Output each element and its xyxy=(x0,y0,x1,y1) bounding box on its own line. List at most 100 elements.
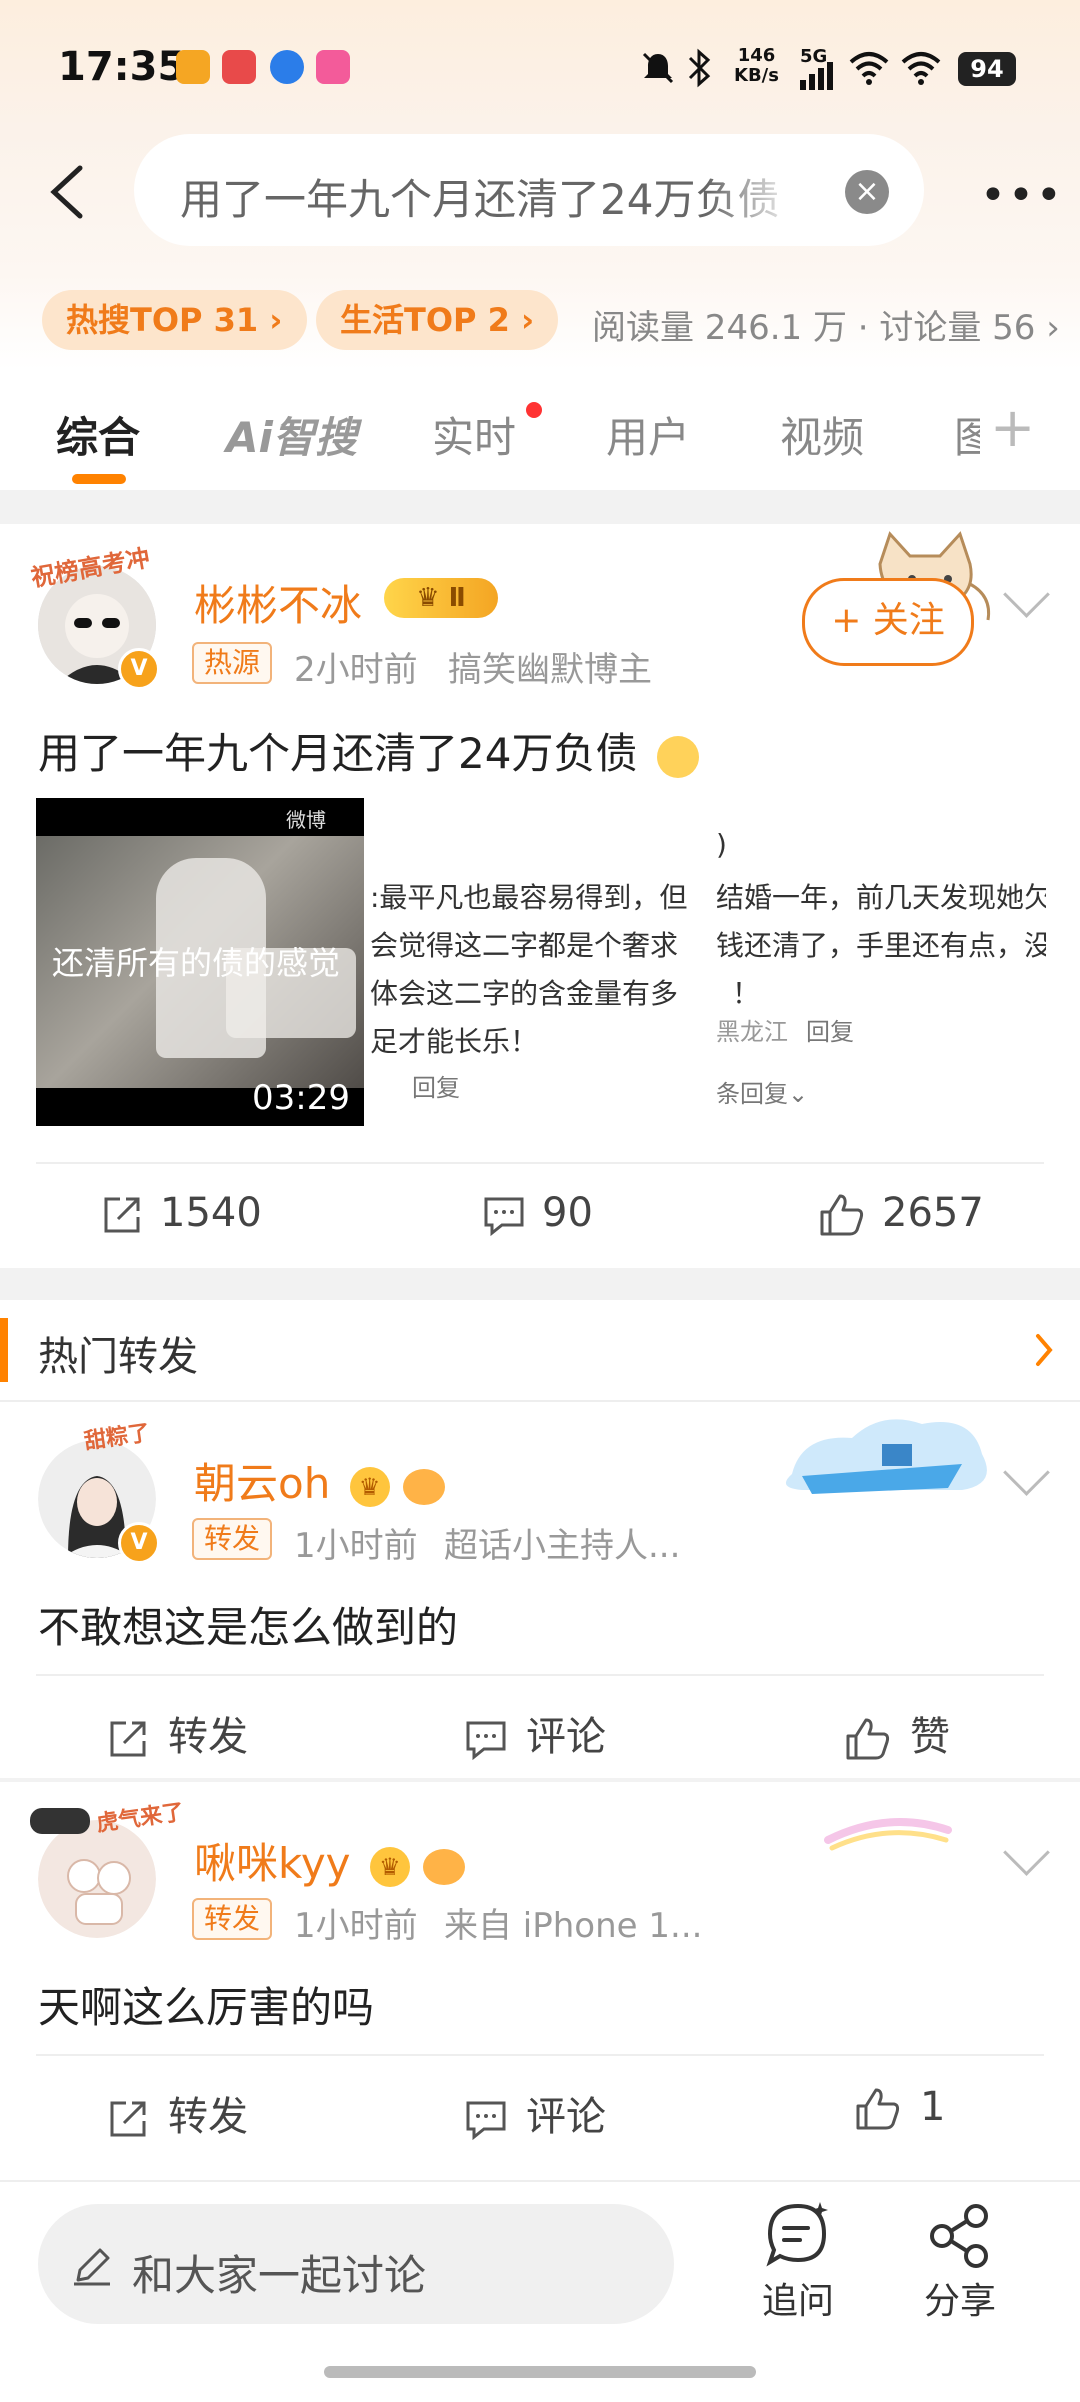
share-icon xyxy=(930,2204,988,2268)
net-speed: 146 KB/s xyxy=(734,45,779,86)
comment-button[interactable]: 90 xyxy=(482,1190,593,1237)
ship-decoration-icon xyxy=(785,1419,987,1494)
new-content-dot xyxy=(526,402,542,418)
clear-search-button[interactable]: × xyxy=(845,170,889,214)
comment-button[interactable]: 评论 xyxy=(464,1704,606,1762)
snippet-line: 结婚一年，前几天发现她欠了 xyxy=(716,881,1046,914)
ask-label: 追问 xyxy=(761,2281,834,2322)
tab-comprehensive[interactable]: 综合 xyxy=(56,404,140,465)
video-thumbnail[interactable]: 微博 还清所有的债的感觉 03:29 xyxy=(36,798,364,1126)
repost-time: 1小时前 xyxy=(294,1526,418,1566)
post-username[interactable]: 彬彬不冰 xyxy=(194,572,362,633)
repost-icon xyxy=(110,2101,146,2137)
follow-button[interactable]: + 关注 xyxy=(802,578,974,666)
snippet-line: :最平凡也最容易得到，但 xyxy=(370,881,688,914)
like-button[interactable]: 1 xyxy=(854,2084,945,2132)
post-author-role: 搞笑幽默博主 xyxy=(448,650,652,690)
share-label: 分享 xyxy=(923,2281,996,2322)
comment-icon xyxy=(466,2101,506,2141)
discussion-placeholder: 和大家一起讨论 xyxy=(132,2251,427,2300)
repost-source: 超话小主持人... xyxy=(444,1526,681,1566)
section-title: 热门转发 xyxy=(38,1334,198,1380)
image-comment-snippet[interactable]: :最平凡也最容易得到，但 会觉得这二字都是个奢求 体会这二字的含金量有多 足才能… xyxy=(364,798,714,1126)
snippet-more-replies: 条回复⌄ xyxy=(716,1080,809,1108)
like-button[interactable]: 2657 xyxy=(818,1190,984,1238)
snippet-line: ！ xyxy=(732,977,761,1010)
wifi-icon xyxy=(849,52,889,85)
life-rank-chip[interactable]: 生活TOP 2 › xyxy=(316,290,559,350)
search-query: 用了一年九个月还清了24万负债 xyxy=(180,175,780,224)
home-indicator[interactable] xyxy=(324,2366,756,2378)
image-comment-snippet[interactable]: ) 结婚一年，前几天发现她欠了 钱还清了，手里还有点，没 ！ 黑龙江 回复 条回… xyxy=(714,798,1046,1126)
thumbs-up-icon xyxy=(846,1718,890,1760)
thumbs-up-icon xyxy=(856,2088,900,2130)
thumbs-up-icon xyxy=(820,1194,864,1236)
snippet-reply: 回复 xyxy=(412,1074,460,1102)
repost-tag: 转发 xyxy=(192,1898,273,1940)
video-caption: 还清所有的债的感觉 xyxy=(52,944,341,982)
bluetooth-icon xyxy=(688,48,711,88)
repost-source: 来自 iPhone 1... xyxy=(444,1906,703,1946)
battery-indicator: 94 xyxy=(958,52,1016,86)
comment-icon xyxy=(466,1721,506,1761)
repost-button[interactable]: 1540 xyxy=(100,1190,262,1237)
weibo-app-icon xyxy=(176,50,210,84)
comment-icon xyxy=(484,1197,524,1237)
more-options-button[interactable]: ••• xyxy=(980,170,1064,221)
divider xyxy=(36,1674,1044,1676)
repost-icon xyxy=(110,1721,146,1757)
ask-icon xyxy=(766,2202,828,2267)
sparkle-decoration-icon xyxy=(824,1818,952,1851)
post-text: 用了一年九个月还清了24万负债 xyxy=(38,720,699,781)
crown-icon: ♛ xyxy=(416,583,440,613)
tab-images[interactable]: 图 xyxy=(954,404,980,465)
tab-users[interactable]: 用户 xyxy=(606,404,690,465)
snippet-reply: 回复 xyxy=(806,1018,854,1046)
signal-icon xyxy=(800,62,833,90)
source-tag: 热源 xyxy=(192,642,273,684)
divider xyxy=(36,1162,1044,1164)
app-notification-icon xyxy=(222,50,256,84)
topic-stats[interactable]: 阅读量 246.1 万 · 讨论量 56 › xyxy=(592,300,1060,349)
chevron-right-icon[interactable] xyxy=(1034,1332,1054,1368)
post-time: 2小时前 xyxy=(294,650,418,690)
repost-text: 天啊这么厉害的吗 xyxy=(38,1983,375,2032)
comment-button[interactable]: 评论 xyxy=(464,2084,606,2142)
repost-button[interactable]: 转发 xyxy=(106,1704,248,1762)
mute-icon xyxy=(642,52,674,84)
add-tab-icon[interactable]: + xyxy=(990,396,1035,459)
crown-badge-icon: ♛ xyxy=(369,1846,410,1887)
like-button[interactable]: 赞 xyxy=(844,1704,950,1762)
share-button[interactable]: 分享 xyxy=(914,2200,1006,2324)
tab-realtime[interactable]: 实时 xyxy=(432,404,516,465)
snippet-line: 会觉得这二字都是个奢求 xyxy=(370,929,679,962)
video-duration: 03:29 xyxy=(252,1078,350,1118)
tab-videos[interactable]: 视频 xyxy=(780,404,864,465)
verified-badge-icon: V xyxy=(118,648,160,690)
hot-search-rank-chip[interactable]: 热搜TOP 31 › xyxy=(42,290,307,350)
app-notification-icon xyxy=(270,50,304,84)
snippet-location: 黑龙江 xyxy=(716,1018,788,1046)
tab-ai-search[interactable]: Ai智搜 xyxy=(226,404,357,465)
snippet-line: 钱还清了，手里还有点，没 xyxy=(716,929,1046,962)
sunglasses-decoration-icon xyxy=(30,1808,90,1834)
repost-username[interactable]: 啾咪kyy ♛ xyxy=(194,1830,466,1891)
snippet-line: 体会这二字的含金量有多 xyxy=(370,977,679,1010)
back-icon[interactable] xyxy=(44,162,88,222)
divider xyxy=(36,2054,1044,2056)
avatar[interactable] xyxy=(38,1820,156,1938)
emoji-icon xyxy=(656,735,699,778)
member-level-badge: ♛ Ⅱ xyxy=(384,578,498,618)
repost-text: 不敢想这是怎么做到的 xyxy=(38,1603,459,1652)
ask-button[interactable]: 追问 xyxy=(752,2200,844,2324)
repost-tag: 转发 xyxy=(192,1518,273,1560)
section-accent-bar xyxy=(0,1318,8,1382)
repost-button[interactable]: 转发 xyxy=(106,2084,248,2142)
bilibili-app-icon xyxy=(316,50,350,84)
repost-username[interactable]: 朝云oh ♛ xyxy=(194,1450,446,1511)
fish-badge-icon xyxy=(423,1848,466,1885)
video-watermark: 微博 xyxy=(286,808,326,832)
snippet-line: 足才能长乐！ xyxy=(370,1025,539,1058)
status-time: 17:35 xyxy=(58,44,186,90)
repost-icon xyxy=(104,1197,140,1233)
